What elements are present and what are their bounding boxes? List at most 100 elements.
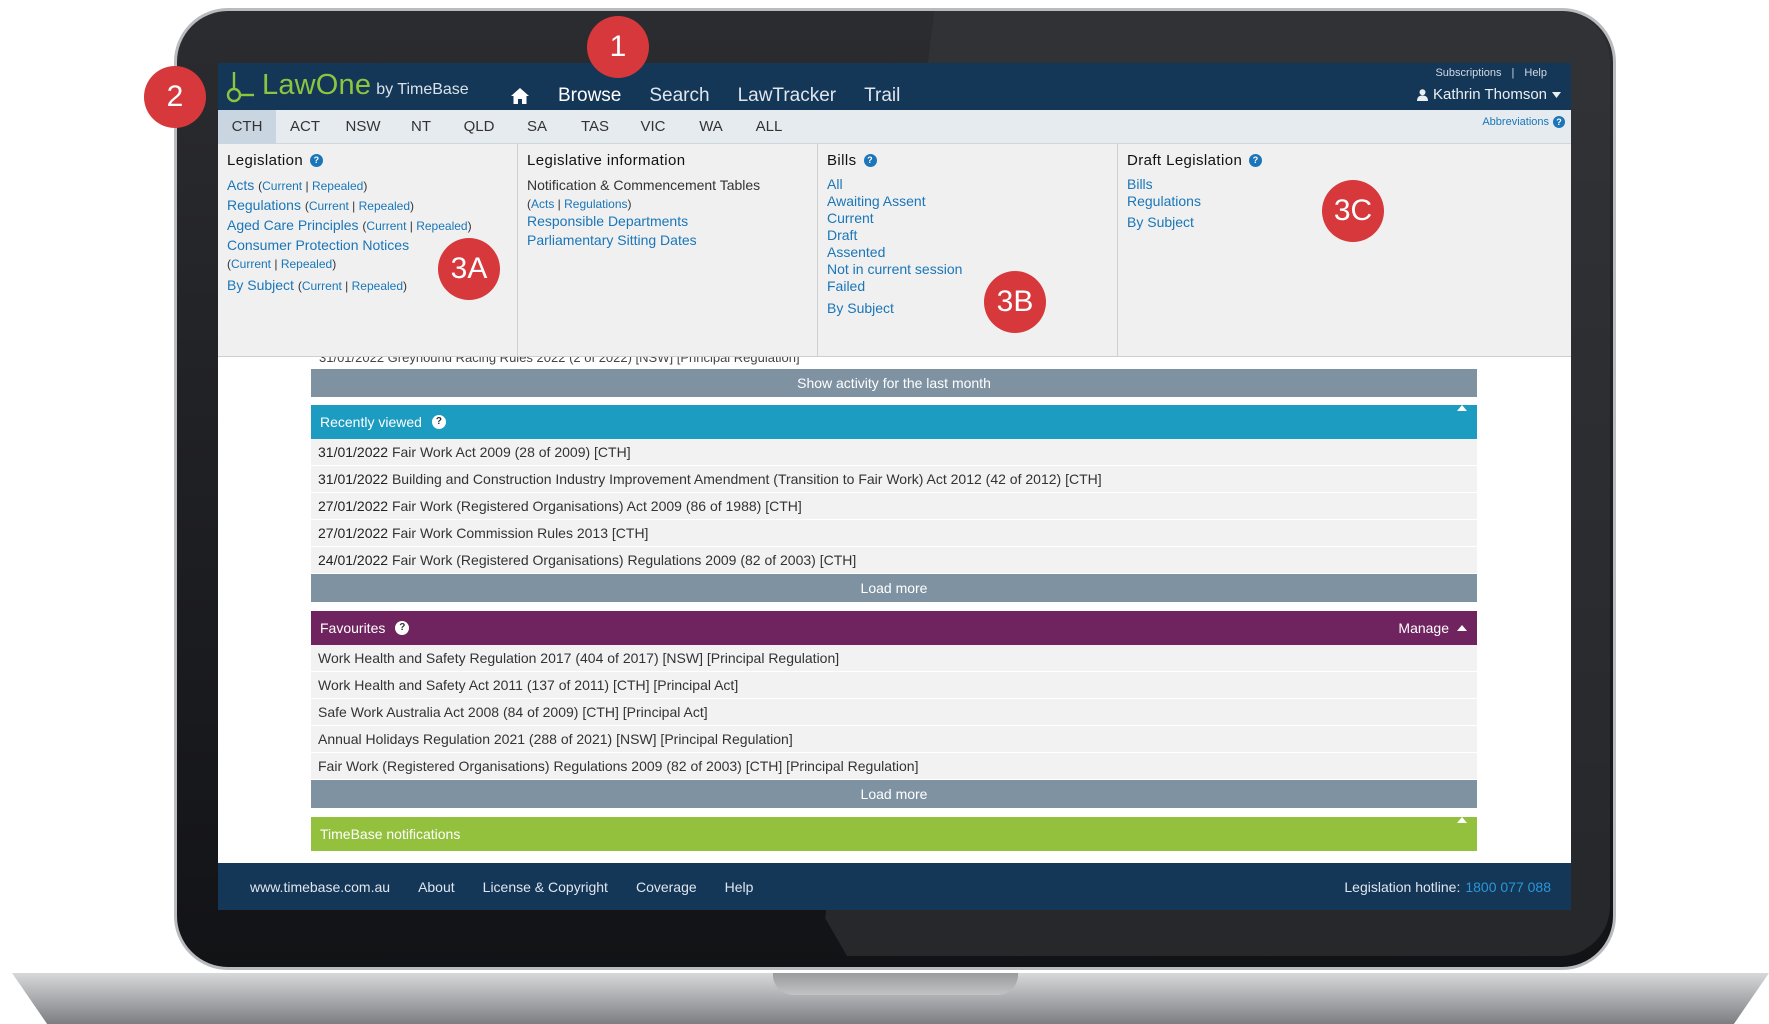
recently-viewed-title: Recently viewed [320, 414, 422, 430]
bills-all-link[interactable]: All [827, 176, 1108, 193]
jurisdiction-tab-tas[interactable]: TAS [566, 110, 624, 144]
jurisdiction-tab-vic[interactable]: VIC [624, 110, 682, 144]
help-icon[interactable]: ? [395, 621, 410, 635]
bills-assented-link[interactable]: Assented [827, 244, 1108, 261]
favourite-row[interactable]: Fair Work (Registered Organisations) Reg… [311, 753, 1477, 780]
laptop-notch [773, 973, 1018, 995]
jurisdiction-tab-wa[interactable]: WA [682, 110, 740, 144]
regulations-repealed-link[interactable]: Repealed [359, 199, 410, 213]
jurisdiction-tab-nt[interactable]: NT [392, 110, 450, 144]
abbreviations-link[interactable]: Abbreviations ? [1482, 116, 1565, 128]
recent-load-more-button[interactable]: Load more [311, 574, 1477, 602]
help-icon[interactable]: ? [310, 154, 324, 167]
favourite-row[interactable]: Work Health and Safety Act 2011 (137 of … [311, 672, 1477, 699]
favourite-row[interactable]: Safe Work Australia Act 2008 (84 of 2009… [311, 699, 1477, 726]
help-icon[interactable]: ? [1249, 154, 1263, 167]
recent-row[interactable]: 27/01/2022 Fair Work (Registered Organis… [311, 493, 1477, 520]
footer: www.timebase.com.au About License & Copy… [218, 863, 1571, 910]
manage-favourites-button[interactable]: Manage [1398, 611, 1449, 645]
hotline-number[interactable]: 1800 077 088 [1465, 879, 1551, 895]
callout-badge-3c: 3C [1322, 180, 1384, 242]
footer-link-about[interactable]: About [418, 879, 455, 895]
callout-badge-1: 1 [587, 16, 649, 78]
bills-by-subject-link[interactable]: By Subject [827, 299, 1108, 318]
user-menu[interactable]: Kathrin Thomson [1417, 86, 1561, 103]
help-icon[interactable]: ? [863, 154, 877, 167]
separator: | [1511, 67, 1515, 79]
aged-care-repealed-link[interactable]: Repealed [416, 219, 467, 233]
bills-failed-link[interactable]: Failed [827, 278, 1108, 295]
bills-draft-link[interactable]: Draft [827, 227, 1108, 244]
nav-browse[interactable]: Browse [558, 85, 621, 107]
footer-link-website[interactable]: www.timebase.com.au [250, 879, 390, 895]
legislative-information-heading: Legislative information [527, 152, 686, 169]
footer-link-license[interactable]: License & Copyright [483, 879, 608, 895]
acts-current-link[interactable]: Current [262, 179, 302, 193]
favourite-row[interactable]: Work Health and Safety Regulation 2017 (… [311, 645, 1477, 672]
regulations-current-link[interactable]: Current [309, 199, 349, 213]
home-icon[interactable] [510, 87, 530, 105]
jurisdiction-tab-nsw[interactable]: NSW [334, 110, 392, 144]
favourites-load-more-button[interactable]: Load more [311, 780, 1477, 808]
consumer-current-link[interactable]: Current [231, 257, 271, 271]
acts-repealed-link[interactable]: Repealed [312, 179, 363, 193]
callout-badge-2: 2 [144, 66, 206, 128]
logo-byline: by TimeBase [376, 81, 469, 98]
nav-trail[interactable]: Trail [864, 85, 900, 107]
bills-awaiting-assent-link[interactable]: Awaiting Assent [827, 193, 1108, 210]
jurisdiction-tab-sa[interactable]: SA [508, 110, 566, 144]
marketing-screenshot: { "header": { "logo_text": "LawOne", "lo… [0, 0, 1769, 1024]
subscriptions-link[interactable]: Subscriptions [1435, 67, 1501, 79]
bills-column: Bills? All Awaiting Assent Current Draft… [818, 144, 1118, 357]
by-subject-link[interactable]: By Subject [227, 277, 294, 293]
logo-mark-icon [226, 72, 254, 103]
acts-link[interactable]: Acts [227, 177, 254, 193]
jurisdiction-tab-act[interactable]: ACT [276, 110, 334, 144]
show-activity-button[interactable]: Show activity for the last month [311, 369, 1477, 397]
lawone-logo[interactable]: LawOne by TimeBase [224, 69, 469, 105]
footer-link-help[interactable]: Help [725, 879, 754, 895]
consumer-repealed-link[interactable]: Repealed [281, 257, 332, 271]
jurisdiction-tab-qld[interactable]: QLD [450, 110, 508, 144]
regulations-link[interactable]: Regulations [227, 197, 301, 213]
collapse-icon[interactable] [1457, 625, 1467, 631]
legislation-hotline: Legislation hotline: 1800 077 088 [1344, 863, 1551, 910]
help-icon[interactable]: ? [1553, 116, 1565, 128]
favourite-row[interactable]: Annual Holidays Regulation 2021 (288 of … [311, 726, 1477, 753]
browse-mega-menu: Legislation? Acts (Current | Repealed) R… [218, 144, 1571, 357]
bills-not-in-session-link[interactable]: Not in current session [827, 261, 1108, 278]
favourites-title: Favourites [320, 620, 386, 636]
nav-lawtracker[interactable]: LawTracker [738, 85, 837, 107]
recent-row[interactable]: 27/01/2022 Fair Work Commission Rules 20… [311, 520, 1477, 547]
consumer-protection-link[interactable]: Consumer Protection Notices [227, 237, 409, 253]
footer-link-coverage[interactable]: Coverage [636, 879, 697, 895]
bills-current-link[interactable]: Current [827, 210, 1108, 227]
parliamentary-sitting-dates-link[interactable]: Parliamentary Sitting Dates [527, 231, 808, 250]
callout-badge-3b: 3B [984, 271, 1046, 333]
recently-viewed-header: Recently viewed ? [311, 405, 1477, 439]
recent-row[interactable]: 31/01/2022 Building and Construction Ind… [311, 466, 1477, 493]
logo-text: LawOne [262, 69, 372, 101]
notifications-title: TimeBase notifications [320, 826, 461, 842]
jurisdiction-tab-cth[interactable]: CTH [218, 110, 276, 144]
recent-row[interactable]: 24/01/2022 Fair Work (Registered Organis… [311, 547, 1477, 574]
help-link[interactable]: Help [1524, 67, 1547, 79]
responsible-departments-link[interactable]: Responsible Departments [527, 212, 808, 231]
aged-care-link[interactable]: Aged Care Principles [227, 217, 359, 233]
by-subject-repealed-link[interactable]: Repealed [352, 279, 403, 293]
bills-heading: Bills? [827, 152, 1108, 169]
aged-care-current-link[interactable]: Current [366, 219, 406, 233]
recent-row[interactable]: 31/01/2022 Fair Work Act 2009 (28 of 200… [311, 439, 1477, 466]
by-subject-current-link[interactable]: Current [302, 279, 342, 293]
activity-row-partial[interactable]: 31/01/2022 Greyhound Racing Rules 2022 (… [311, 357, 1477, 369]
dashboard-content: 31/01/2022 Greyhound Racing Rules 2022 (… [311, 357, 1477, 851]
jurisdiction-tab-all[interactable]: ALL [740, 110, 798, 144]
abbreviations-label: Abbreviations [1482, 116, 1549, 128]
collapse-icon[interactable] [1457, 405, 1467, 411]
notification-acts-link[interactable]: Acts [531, 197, 554, 211]
nav-search[interactable]: Search [649, 85, 709, 107]
collapse-icon[interactable] [1457, 817, 1467, 823]
notification-tables-label: Notification & Commencement Tables [527, 177, 761, 193]
help-icon[interactable]: ? [431, 415, 446, 429]
notification-regulations-link[interactable]: Regulations [564, 197, 627, 211]
